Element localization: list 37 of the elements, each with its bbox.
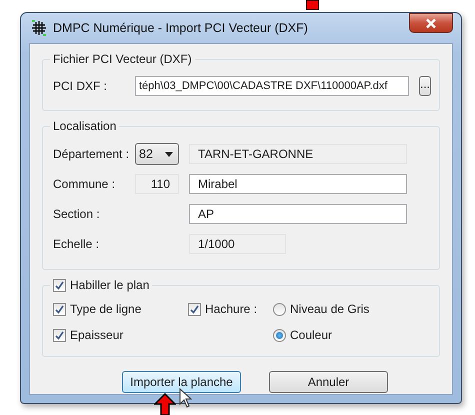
- field-label: PCI DXF :: [53, 79, 108, 93]
- field-label: Département :: [53, 147, 130, 161]
- window-title: DMPC Numérique - Import PCI Vecteur (DXF): [53, 21, 309, 35]
- cancel-button[interactable]: Annuler: [269, 371, 388, 393]
- radio-button[interactable]: [273, 328, 286, 342]
- checkbox[interactable]: [188, 302, 201, 316]
- field-label: Section :: [53, 207, 101, 221]
- scale-field: 1/1000: [189, 234, 286, 254]
- section-field[interactable]: AP: [189, 204, 407, 224]
- checkbox[interactable]: [53, 302, 66, 316]
- field-label: Echelle :: [53, 237, 100, 251]
- radio-label: Niveau de Gris: [290, 302, 370, 316]
- field-label: Commune :: [53, 177, 116, 191]
- browse-button[interactable]: ...: [419, 76, 432, 96]
- radio-label: Couleur: [290, 328, 332, 342]
- close-icon: [425, 18, 437, 28]
- file-path-field[interactable]: téph\03_DMPC\00\CADASTRE DXF\110000AP.dxf: [135, 76, 409, 96]
- up-arrow-icon: [154, 393, 176, 415]
- checkbox-label: Habiller le plan: [70, 278, 150, 292]
- checkbox-label: Epaisseur: [70, 328, 124, 342]
- mouse-cursor-icon: [179, 388, 192, 408]
- department-name-field: TARN-ET-GARONNE: [189, 144, 407, 164]
- checkbox-label: Type de ligne: [70, 302, 142, 316]
- caret-icon: [165, 152, 173, 156]
- checkbox[interactable]: [53, 328, 66, 342]
- marker-icon: [306, 0, 319, 10]
- commune-name-field[interactable]: Mirabel: [189, 174, 407, 194]
- department-dropdown[interactable]: 82: [135, 143, 179, 165]
- checkbox[interactable]: [53, 278, 66, 292]
- group-title: Localisation: [52, 119, 118, 133]
- radio-button[interactable]: [273, 302, 286, 316]
- grid-app-icon: [31, 20, 47, 36]
- checkbox-label: Hachure :: [205, 302, 258, 316]
- close-button[interactable]: [409, 13, 453, 33]
- import-button[interactable]: Importer la planche: [122, 371, 241, 393]
- commune-code-field: 110: [135, 174, 179, 194]
- group-title: Fichier PCI Vecteur (DXF): [52, 52, 193, 66]
